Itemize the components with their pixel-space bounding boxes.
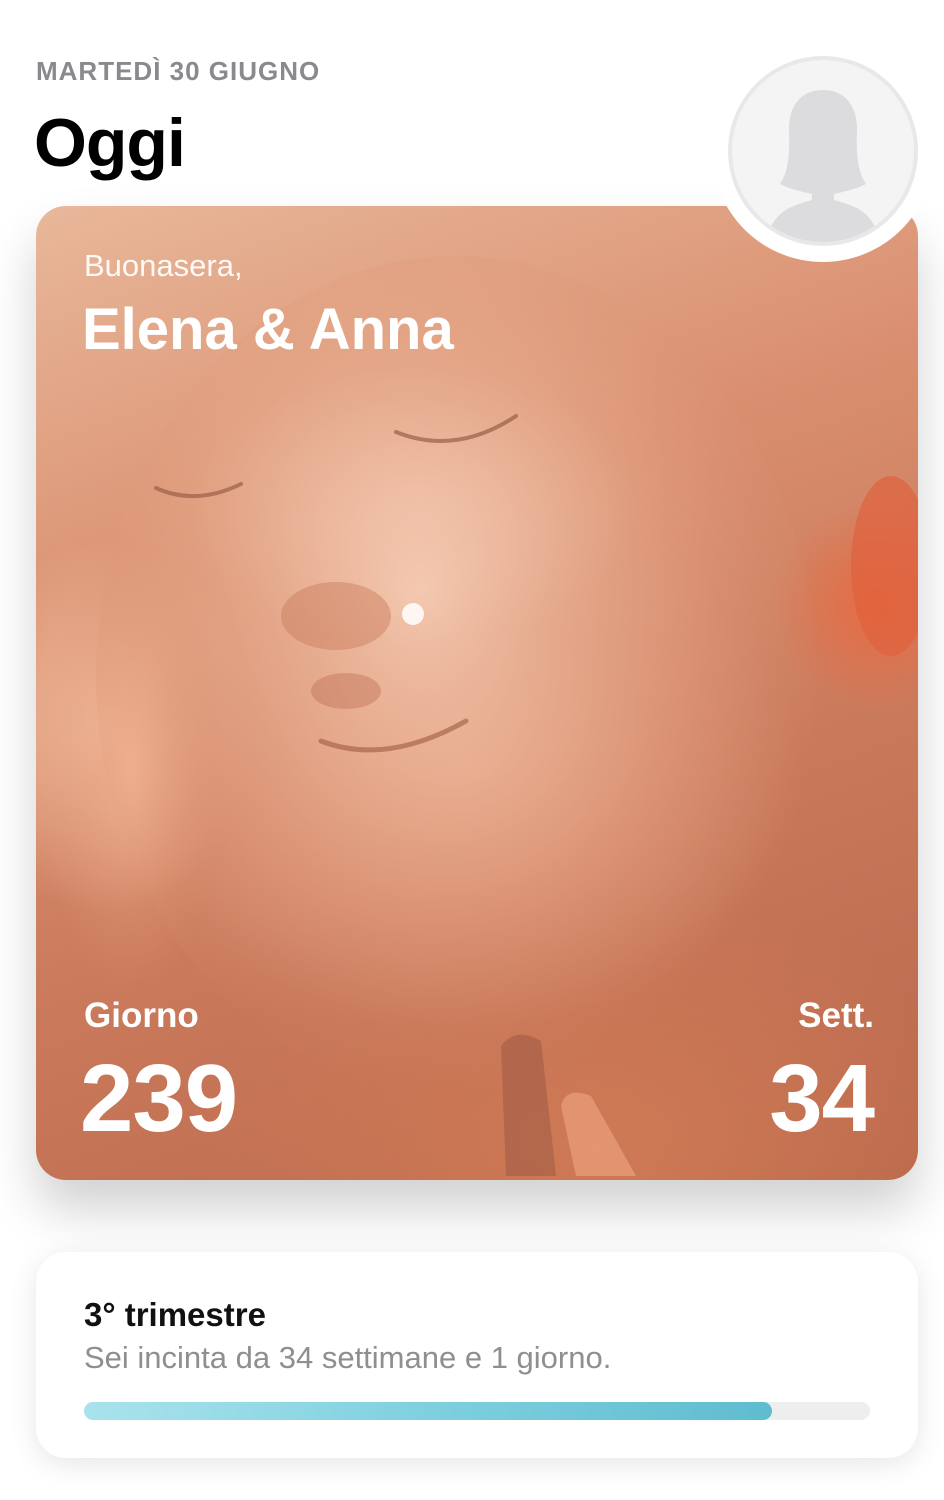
greeting-text: Buonasera, bbox=[84, 248, 243, 283]
pregnancy-progress-bar bbox=[84, 1402, 870, 1420]
day-counter: 239 bbox=[80, 1045, 238, 1152]
avatar bbox=[728, 56, 918, 246]
today-screen: MARTEDÌ 30 GIUGNO Oggi Buonasera, Elena … bbox=[0, 0, 944, 1500]
page-title: Oggi bbox=[34, 105, 186, 181]
week-label: Sett. bbox=[798, 996, 874, 1035]
pregnancy-progress-fill bbox=[84, 1402, 772, 1420]
week-counter: 34 bbox=[769, 1045, 875, 1152]
person-silhouette-icon bbox=[766, 90, 880, 242]
profile-button[interactable] bbox=[712, 40, 934, 262]
date-label: MARTEDÌ 30 GIUGNO bbox=[36, 56, 321, 86]
parents-names: Elena & Anna bbox=[82, 297, 454, 362]
day-label: Giorno bbox=[84, 996, 199, 1035]
trimester-card[interactable]: 3° trimestre Sei incinta da 34 settimane… bbox=[36, 1252, 918, 1458]
trimester-subtitle: Sei incinta da 34 settimane e 1 giorno. bbox=[84, 1340, 612, 1375]
trimester-title: 3° trimestre bbox=[84, 1296, 266, 1333]
pregnancy-hero-card[interactable]: Buonasera, Elena & Anna Giorno 239 Sett.… bbox=[36, 206, 918, 1180]
